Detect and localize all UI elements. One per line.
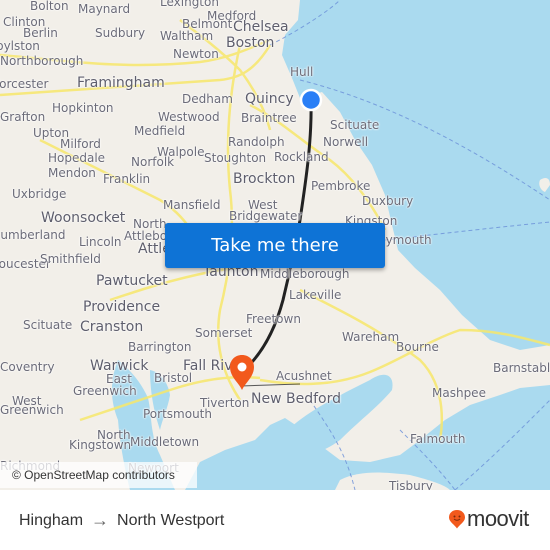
place-label: Grafton: [0, 110, 46, 124]
moovit-wordmark: moovit: [467, 506, 529, 531]
moovit-logo[interactable]: moovit: [448, 506, 529, 532]
place-label: New Bedford: [251, 391, 341, 407]
place-label: Waltham: [160, 29, 214, 43]
place-label: Cumberland: [0, 228, 66, 242]
place-label: Middleborough: [260, 267, 350, 281]
place-label: Coventry: [0, 360, 55, 374]
place-label: Worcester: [0, 77, 49, 91]
place-label: Medfield: [134, 124, 186, 138]
place-label: Franklin: [103, 172, 151, 186]
take-me-there-button[interactable]: Take me there: [165, 223, 385, 268]
place-label: Woonsocket: [41, 210, 126, 226]
place-label: Hopkinton: [52, 101, 114, 115]
place-label: Hopedale: [48, 151, 106, 165]
place-label: Kingstown: [69, 438, 132, 452]
place-label: Greenwich: [73, 384, 137, 398]
place-label: Providence: [83, 299, 161, 315]
place-label: Chelsea: [233, 19, 289, 35]
destination-pin-icon[interactable]: [227, 353, 257, 391]
place-label: Duxbury: [362, 194, 414, 208]
place-label: Dedham: [182, 92, 233, 106]
place-label: Greenwich: [0, 403, 64, 417]
place-label: Somerset: [195, 326, 253, 340]
place-label: Mendon: [48, 166, 96, 180]
place-label: Wareham: [342, 330, 400, 344]
place-label: Smithfield: [40, 252, 101, 266]
place-label: Mashpee: [432, 386, 486, 400]
place-label: Bristol: [154, 371, 193, 385]
place-label: Cranston: [80, 319, 144, 335]
place-label: Tisbury: [389, 479, 433, 490]
place-label: Portsmouth: [143, 407, 212, 421]
place-label: Lincoln: [79, 235, 122, 249]
place-label: Scituate: [330, 118, 380, 132]
place-label: Berlin: [23, 26, 58, 40]
place-label: Freetown: [246, 312, 301, 326]
place-label: Boston: [226, 35, 275, 51]
place-label: Warwick: [90, 358, 149, 374]
place-label: Mansfield: [163, 198, 221, 212]
place-label: Acushnet: [276, 369, 332, 383]
place-label: Falmouth: [410, 432, 466, 446]
place-label: Newton: [173, 47, 219, 61]
place-label: Lakeville: [289, 288, 342, 302]
place-label: Middletown: [130, 435, 200, 449]
place-label: Norfolk: [131, 155, 175, 169]
place-label: Hull: [290, 65, 314, 79]
place-label: Milford: [60, 137, 101, 151]
place-label: Framingham: [77, 75, 165, 91]
place-label: Barrington: [128, 340, 192, 354]
arrow-right-icon: →: [91, 510, 110, 530]
place-label: Rockland: [274, 150, 329, 164]
place-label: Pawtucket: [96, 273, 168, 289]
destination-label: North Westport: [117, 511, 225, 529]
place-label: Northborough: [0, 54, 84, 68]
place-label: Pembroke: [311, 179, 371, 193]
place-label: Bourne: [396, 340, 439, 354]
place-label: Uxbridge: [12, 187, 67, 201]
place-label: Scituate: [23, 318, 73, 332]
place-label: Sudbury: [95, 26, 146, 40]
place-label: Boylston: [0, 39, 40, 53]
place-label: Bridgewater: [229, 209, 303, 223]
place-label: Lexington: [160, 0, 219, 9]
place-label: Bolton: [30, 0, 69, 13]
place-label: Maynard: [78, 2, 131, 16]
place-label: Barnstable: [493, 361, 550, 375]
origin-marker: [299, 88, 323, 112]
origin-label: Hingham: [19, 511, 84, 529]
place-label: Braintree: [241, 111, 297, 125]
place-label: Brockton: [233, 171, 296, 187]
place-label: Quincy: [245, 91, 294, 107]
place-label: Westwood: [158, 110, 220, 124]
map-attribution[interactable]: © OpenStreetMap contributors: [0, 462, 197, 488]
moovit-pin-icon: [449, 510, 465, 529]
route-summary: Hingham → North Westport: [19, 510, 224, 531]
place-label: Norwell: [323, 135, 369, 149]
place-label: Stoughton: [204, 151, 267, 165]
place-label: Randolph: [228, 135, 285, 149]
map[interactable]: Bolton Maynard Lexington Medford Clinton Belm…: [0, 0, 550, 490]
